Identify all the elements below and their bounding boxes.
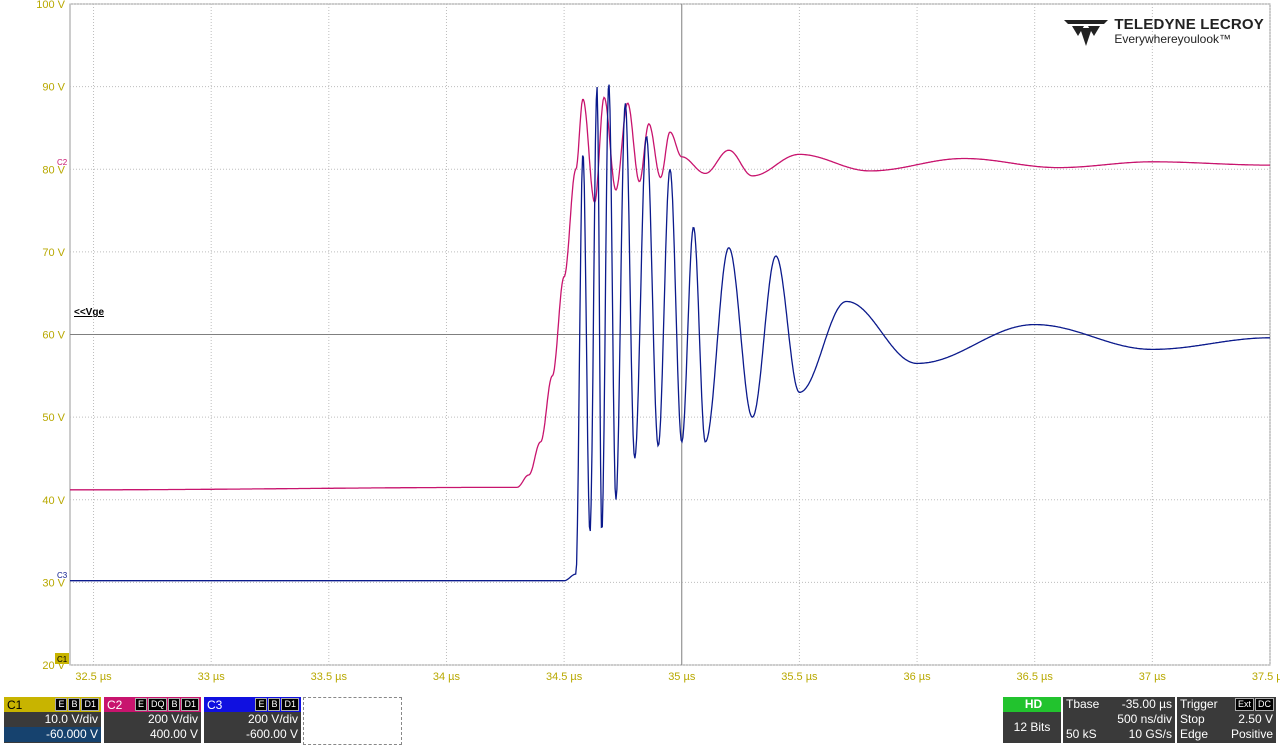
y-tick-label: 90 V (42, 82, 65, 94)
flag: B (68, 698, 81, 711)
channel-c2-scale: 200 V/div (147, 712, 198, 726)
trigger-label: Trigger (1180, 697, 1218, 711)
reference-marker-label[interactable]: <<Vge (74, 307, 104, 318)
trigger-header: Trigger Ext DC (1177, 697, 1276, 712)
trace-tag-c3: C3 (57, 571, 68, 580)
x-tick-label: 34 µs (433, 671, 461, 683)
x-tick-label: 32.5 µs (75, 671, 112, 683)
trace-tag-c1: C1 (57, 655, 68, 664)
timebase-box[interactable]: Tbase -35.00 µs 500 ns/div 50 kS 10 GS/s (1063, 697, 1175, 743)
trigger-state: Stop (1180, 712, 1205, 726)
channel-c2-flags: E DQ B D1 (134, 698, 199, 711)
x-tick-label: 37.5 µs (1252, 671, 1280, 683)
teledyne-logo-icon (1064, 20, 1109, 46)
flag: B (268, 698, 281, 711)
channel-c2-label: C2 (107, 697, 123, 712)
timebase-label: Tbase (1066, 697, 1100, 711)
y-tick-label: 50 V (42, 412, 65, 424)
flag: B (168, 698, 181, 711)
flag: D1 (281, 698, 299, 711)
channel-c3-offset: -600.00 V (245, 727, 298, 741)
trigger-coupling-badge: DC (1255, 698, 1274, 711)
trigger-source-badge: Ext (1234, 698, 1254, 711)
trigger-row2: Edge Positive (1177, 727, 1276, 742)
trace-tag-c2: C2 (57, 158, 68, 167)
channel-c1-header: C1 E B D1 (4, 697, 101, 712)
channel-c1-box[interactable]: C1 E B D1 10.0 V/div -60.000 V (4, 697, 101, 743)
channel-c2-box[interactable]: C2 E DQ B D1 200 V/div 400.00 V (104, 697, 201, 743)
channel-c1-offset: -60.000 V (4, 727, 101, 742)
status-bar: C1 E B D1 10.0 V/div -60.000 V C2 E DQ B… (0, 695, 1280, 747)
x-tick-label: 33.5 µs (311, 671, 348, 683)
trigger-row1: Stop 2.50 V (1177, 712, 1276, 727)
timebase-header: Tbase -35.00 µs (1063, 697, 1175, 712)
channel-c3-flags: E B D1 (255, 698, 299, 711)
channel-c2-header: C2 E DQ B D1 (104, 697, 201, 712)
trigger-level: 2.50 V (1238, 712, 1273, 726)
x-tick-label: 37 µs (1139, 671, 1167, 683)
channel-c1-scale: 10.0 V/div (44, 712, 98, 726)
trigger-type: Edge (1180, 727, 1209, 741)
x-tick-label: 36.5 µs (1017, 671, 1054, 683)
flag: E (55, 698, 68, 711)
flag: DQ (147, 698, 168, 711)
flag: D1 (81, 698, 99, 711)
channel-c3-box[interactable]: C3 E B D1 200 V/div -600.00 V (204, 697, 301, 743)
flag: D1 (181, 698, 199, 711)
trigger-slope: Positive (1230, 727, 1273, 741)
timebase-rate-row: 50 kS 10 GS/s (1063, 727, 1175, 742)
x-tick-label: 33 µs (198, 671, 226, 683)
channel-c1-label: C1 (7, 697, 23, 712)
channel-c3-label: C3 (207, 697, 223, 712)
hd-box[interactable]: HD 12 Bits (1003, 697, 1061, 743)
trigger-box[interactable]: Trigger Ext DC Stop 2.50 V Edge Positive (1177, 697, 1276, 743)
x-tick-label: 36 µs (903, 671, 931, 683)
flag: E (255, 698, 268, 711)
channel-c2-offset: 400.00 V (149, 727, 198, 741)
timebase-samples: 50 kS (1066, 727, 1097, 741)
waveform-display[interactable]: 100 V90 V80 V70 V60 V50 V40 V30 V20 V 32… (0, 0, 1280, 695)
timebase-per-div: 500 ns/div (1117, 712, 1172, 726)
y-tick-label: 70 V (42, 247, 65, 259)
channel-c3-header: C3 E B D1 (204, 697, 301, 712)
brand-logo: TELEDYNE LECROY Everywhereyoulook™ (1064, 16, 1264, 48)
hd-bits: 12 Bits (1013, 720, 1051, 734)
y-tick-label: 100 V (36, 0, 65, 11)
timebase-scale-row: 500 ns/div (1063, 712, 1175, 727)
timebase-delay: -35.00 µs (1121, 697, 1172, 711)
empty-channel-slot[interactable] (303, 697, 402, 745)
x-tick-label: 35.5 µs (781, 671, 818, 683)
y-tick-label: 60 V (42, 330, 65, 342)
logo-tagline: Everywhereyoulook™ (1114, 32, 1232, 46)
flag: E (134, 698, 147, 711)
channel-c3-scale: 200 V/div (247, 712, 298, 726)
x-tick-label: 35 µs (668, 671, 696, 683)
x-tick-label: 34.5 µs (546, 671, 583, 683)
hd-label: HD (1003, 697, 1061, 712)
timebase-rate: 10 GS/s (1128, 727, 1172, 741)
y-tick-label: 40 V (42, 495, 65, 507)
channel-c1-flags: E B D1 (55, 698, 99, 711)
logo-title: TELEDYNE LECROY (1114, 16, 1264, 33)
